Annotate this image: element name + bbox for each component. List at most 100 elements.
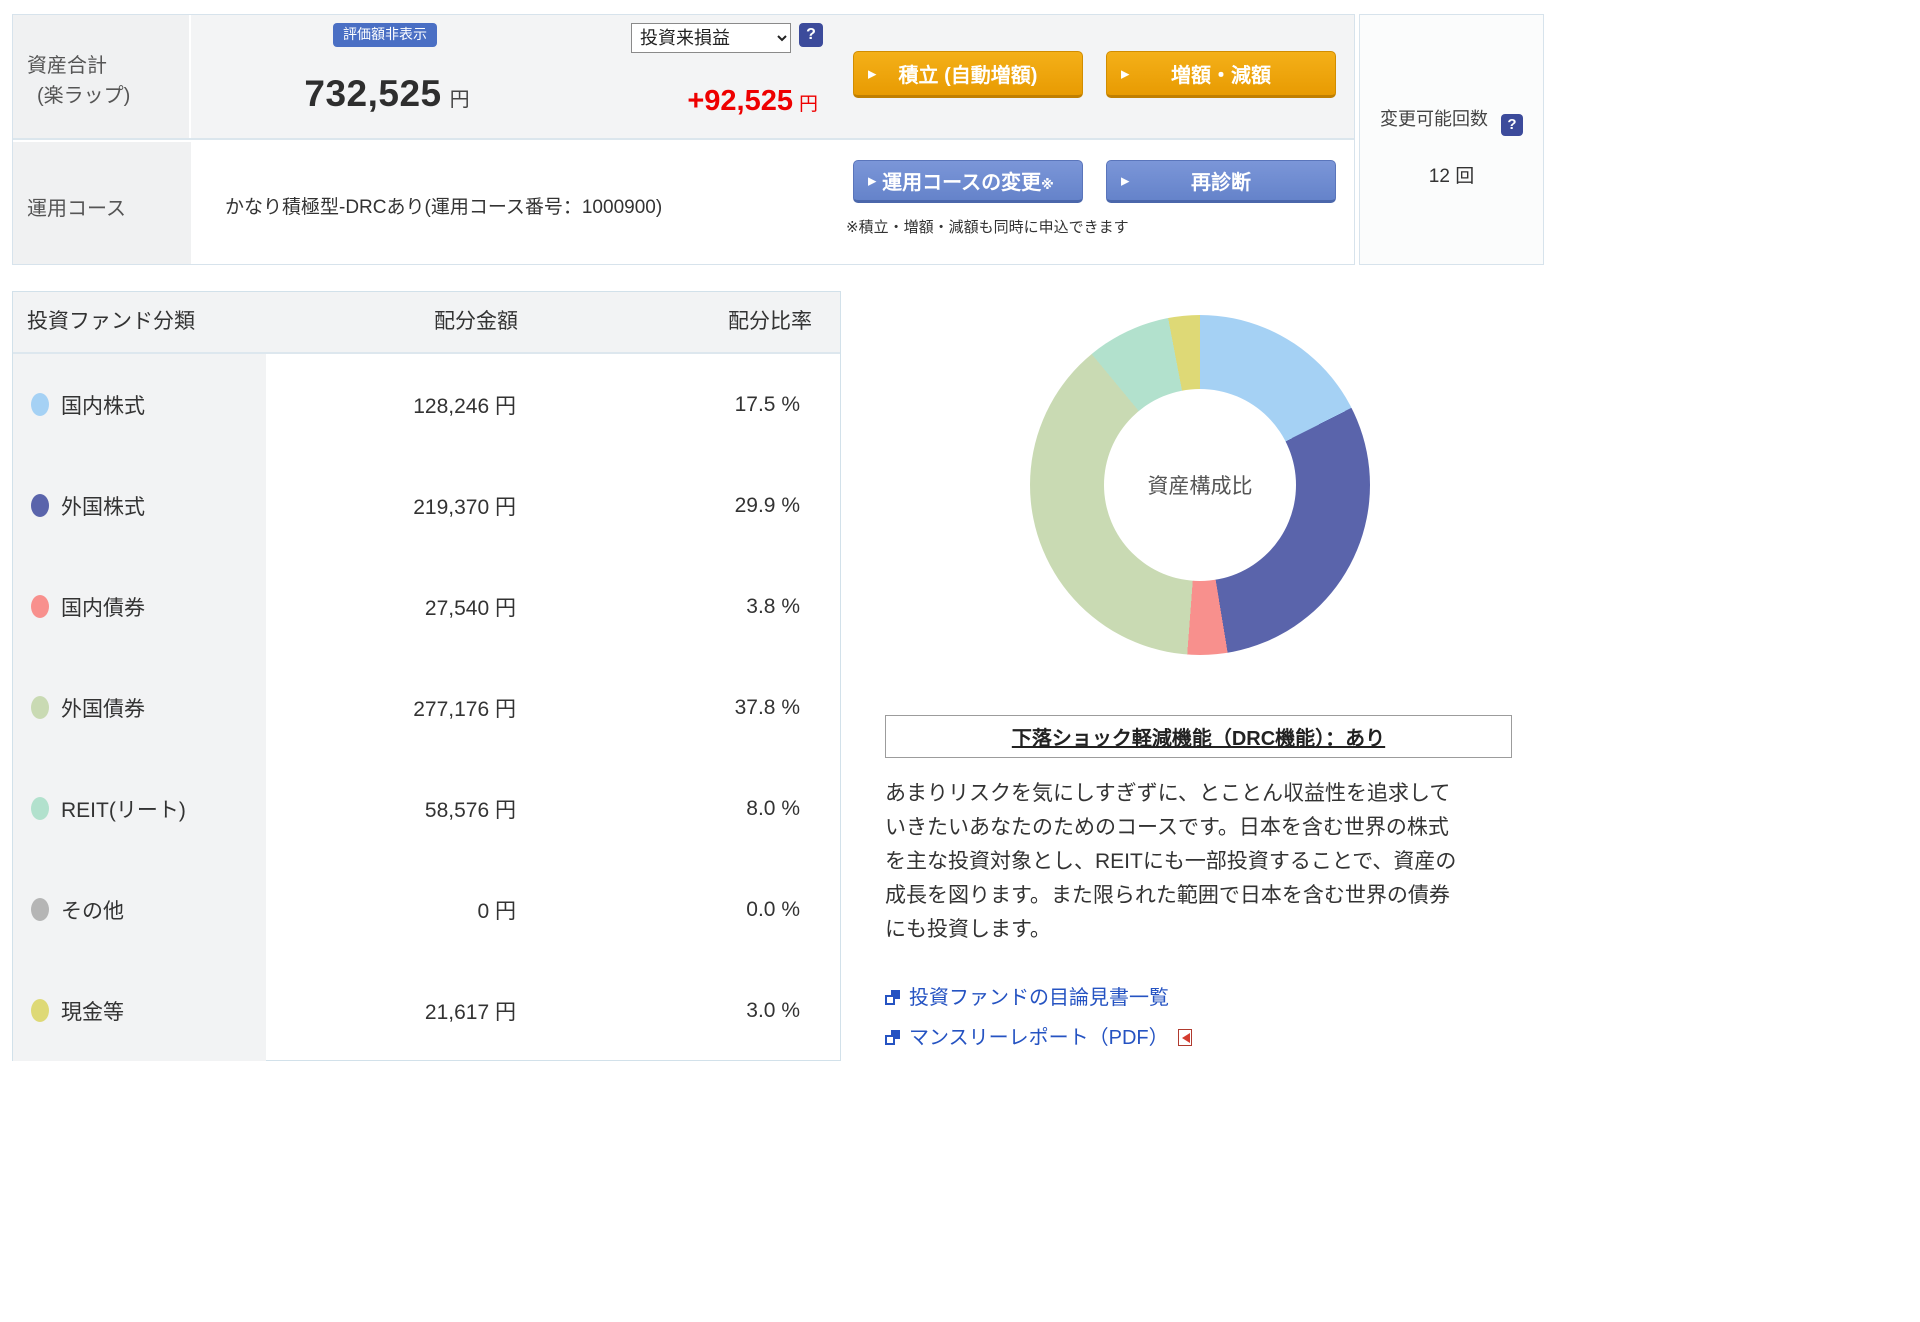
external-window-icon xyxy=(885,1030,900,1045)
pdf-icon xyxy=(1178,1029,1192,1046)
monthly-report-link[interactable]: マンスリーレポート（PDF） xyxy=(885,1021,1192,1050)
category-color-dot xyxy=(31,393,49,416)
course-row: 運用コース かなり積極型-DRCあり(運用コース番号：1000900) ▶ 運用… xyxy=(13,142,1354,264)
fund-category-cell: REIT(リート) xyxy=(13,758,266,859)
simultaneous-application-note: ※積立・増額・減額も同時に申込できます xyxy=(846,216,1129,237)
allocation-ratio: 3.8 % xyxy=(656,556,840,657)
table-row: 国内株式 128,246 円17.5 % xyxy=(13,354,840,455)
hide-valuation-badge[interactable]: 評価額非表示 xyxy=(333,23,437,47)
rediagnosis-button[interactable]: ▶ 再診断 xyxy=(1106,160,1336,203)
allocation-ratio: 29.9 % xyxy=(656,455,840,556)
allocation-amount: 0 円 xyxy=(266,859,656,960)
asset-total-label-line1: 資産合計 xyxy=(27,51,189,81)
allocation-amount: 128,246 円 xyxy=(266,354,656,455)
help-icon-pl[interactable]: ? xyxy=(799,23,823,47)
monthly-report-link-label: マンスリーレポート（PDF） xyxy=(909,1027,1169,1049)
drc-title-box: 下落ショック軽減機能（DRC機能）：あり xyxy=(885,715,1512,758)
header-allocation-ratio: 配分比率 xyxy=(656,292,840,352)
category-label: 外国株式 xyxy=(61,491,145,521)
header-allocation-amount: 配分金額 xyxy=(266,292,656,352)
allocation-ratio: 3.0 % xyxy=(656,960,840,1061)
course-change-button[interactable]: ▶ 運用コースの変更※ xyxy=(853,160,1083,203)
fund-table-body: 国内株式128,246 円17.5 %外国株式219,370 円29.9 %国内… xyxy=(13,354,840,1061)
zougaku-button-label: 増額・減額 xyxy=(1171,65,1271,87)
total-asset-unit: 円 xyxy=(450,89,470,111)
category-label: 国内株式 xyxy=(61,390,145,420)
allocation-amount: 58,576 円 xyxy=(266,758,656,859)
table-row: 現金等 21,617 円3.0 % xyxy=(13,960,840,1061)
category-label: 現金等 xyxy=(61,996,124,1026)
button-arrow-icon: ▶ xyxy=(1121,174,1129,187)
allocation-amount: 277,176 円 xyxy=(266,657,656,758)
allocation-ratio: 37.8 % xyxy=(656,657,840,758)
course-change-button-label: 運用コースの変更 xyxy=(882,172,1041,194)
category-color-dot xyxy=(31,696,49,719)
pl-period-select[interactable]: 投資来損益 xyxy=(631,23,791,53)
rediagnosis-button-label: 再診断 xyxy=(1191,172,1251,194)
category-color-dot xyxy=(31,595,49,618)
changes-value: 12 回 xyxy=(1360,161,1543,188)
category-color-dot xyxy=(31,999,49,1022)
asset-summary-panel: 資産合計 (楽ラップ) 評価額非表示 732,525 円 投資来損益 ? +92,… xyxy=(12,14,1355,265)
changes-label-row: 変更可能回数 ? xyxy=(1360,105,1543,136)
allocation-amount: 21,617 円 xyxy=(266,960,656,1061)
category-color-dot xyxy=(31,494,49,517)
course-change-note-mark: ※ xyxy=(1041,177,1054,192)
fund-category-cell: 現金等 xyxy=(13,960,266,1061)
external-window-icon xyxy=(885,990,900,1005)
header-fund-category: 投資ファンド分類 xyxy=(13,292,266,352)
course-value: かなり積極型-DRCあり(運用コース番号：1000900) xyxy=(225,192,662,219)
prospectus-link[interactable]: 投資ファンドの目論見書一覧 xyxy=(885,981,1192,1010)
button-arrow-icon: ▶ xyxy=(868,67,876,80)
asset-composition-donut: 資産構成比 xyxy=(1030,315,1370,655)
allocation-ratio: 0.0 % xyxy=(656,859,840,960)
drc-title: 下落ショック軽減機能（DRC機能）：あり xyxy=(1012,722,1385,751)
links-block: 投資ファンドの目論見書一覧 マンスリーレポート（PDF） xyxy=(885,981,1192,1061)
changes-label: 変更可能回数 xyxy=(1380,109,1488,129)
total-asset-value: 732,525 円 xyxy=(227,73,547,115)
category-color-dot xyxy=(31,797,49,820)
prospectus-link-label: 投資ファンドの目論見書一覧 xyxy=(909,987,1169,1009)
course-label: 運用コース xyxy=(13,142,191,264)
allocation-amount: 219,370 円 xyxy=(266,455,656,556)
fund-category-cell: 外国株式 xyxy=(13,455,266,556)
allocation-amount: 27,540 円 xyxy=(266,556,656,657)
zougaku-button[interactable]: ▶ 増額・減額 xyxy=(1106,51,1336,98)
fund-category-cell: 国内債券 xyxy=(13,556,266,657)
category-label: 国内債券 xyxy=(61,592,145,622)
button-arrow-icon: ▶ xyxy=(1121,67,1129,80)
chart-panel: 資産構成比 下落ショック軽減機能（DRC機能）：あり あまりリスクを気にしすぎず… xyxy=(860,291,1545,1322)
fund-allocation-table: 投資ファンド分類 配分金額 配分比率 国内株式128,246 円17.5 %外国… xyxy=(12,291,841,1061)
table-header-row: 投資ファンド分類 配分金額 配分比率 xyxy=(13,292,840,354)
button-arrow-icon: ▶ xyxy=(868,174,876,187)
total-asset-number: 732,525 xyxy=(304,73,441,114)
pl-unit: 円 xyxy=(799,94,818,115)
table-row: 外国株式 219,370 円29.9 % xyxy=(13,455,840,556)
category-label: 外国債券 xyxy=(61,693,145,723)
table-row: REIT(リート) 58,576 円8.0 % xyxy=(13,758,840,859)
table-row: その他 0 円0.0 % xyxy=(13,859,840,960)
page: 資産合計 (楽ラップ) 評価額非表示 732,525 円 投資来損益 ? +92,… xyxy=(0,0,1920,1322)
allocation-ratio: 8.0 % xyxy=(656,758,840,859)
fund-category-cell: その他 xyxy=(13,859,266,960)
fund-category-cell: 外国債券 xyxy=(13,657,266,758)
fund-category-cell: 国内株式 xyxy=(13,354,266,455)
category-label: REIT(リート) xyxy=(61,794,186,824)
pl-number: +92,525 xyxy=(687,85,793,117)
help-icon-changes[interactable]: ? xyxy=(1501,114,1523,136)
asset-total-row: 資産合計 (楽ラップ) 評価額非表示 732,525 円 投資来損益 ? +92,… xyxy=(13,15,1354,140)
tsumitate-button[interactable]: ▶ 積立 (自動増額) xyxy=(853,51,1083,98)
tsumitate-button-label: 積立 (自動増額) xyxy=(899,65,1038,87)
asset-total-label-line2: (楽ラップ) xyxy=(27,81,189,111)
course-description: あまりリスクを気にしすぎずに、とことん収益性を追求して いきたいあなたのためのコ… xyxy=(885,777,1530,947)
donut-hole: 資産構成比 xyxy=(1104,389,1296,581)
allocation-ratio: 17.5 % xyxy=(656,354,840,455)
category-color-dot xyxy=(31,898,49,921)
asset-total-label: 資産合計 (楽ラップ) xyxy=(13,15,191,138)
pl-value: +92,525 円 xyxy=(518,85,818,118)
donut-center-label: 資産構成比 xyxy=(1148,470,1253,500)
table-row: 国内債券 27,540 円3.8 % xyxy=(13,556,840,657)
changes-panel: 変更可能回数 ? 12 回 xyxy=(1359,14,1544,265)
table-row: 外国債券 277,176 円37.8 % xyxy=(13,657,840,758)
category-label: その他 xyxy=(61,895,124,925)
